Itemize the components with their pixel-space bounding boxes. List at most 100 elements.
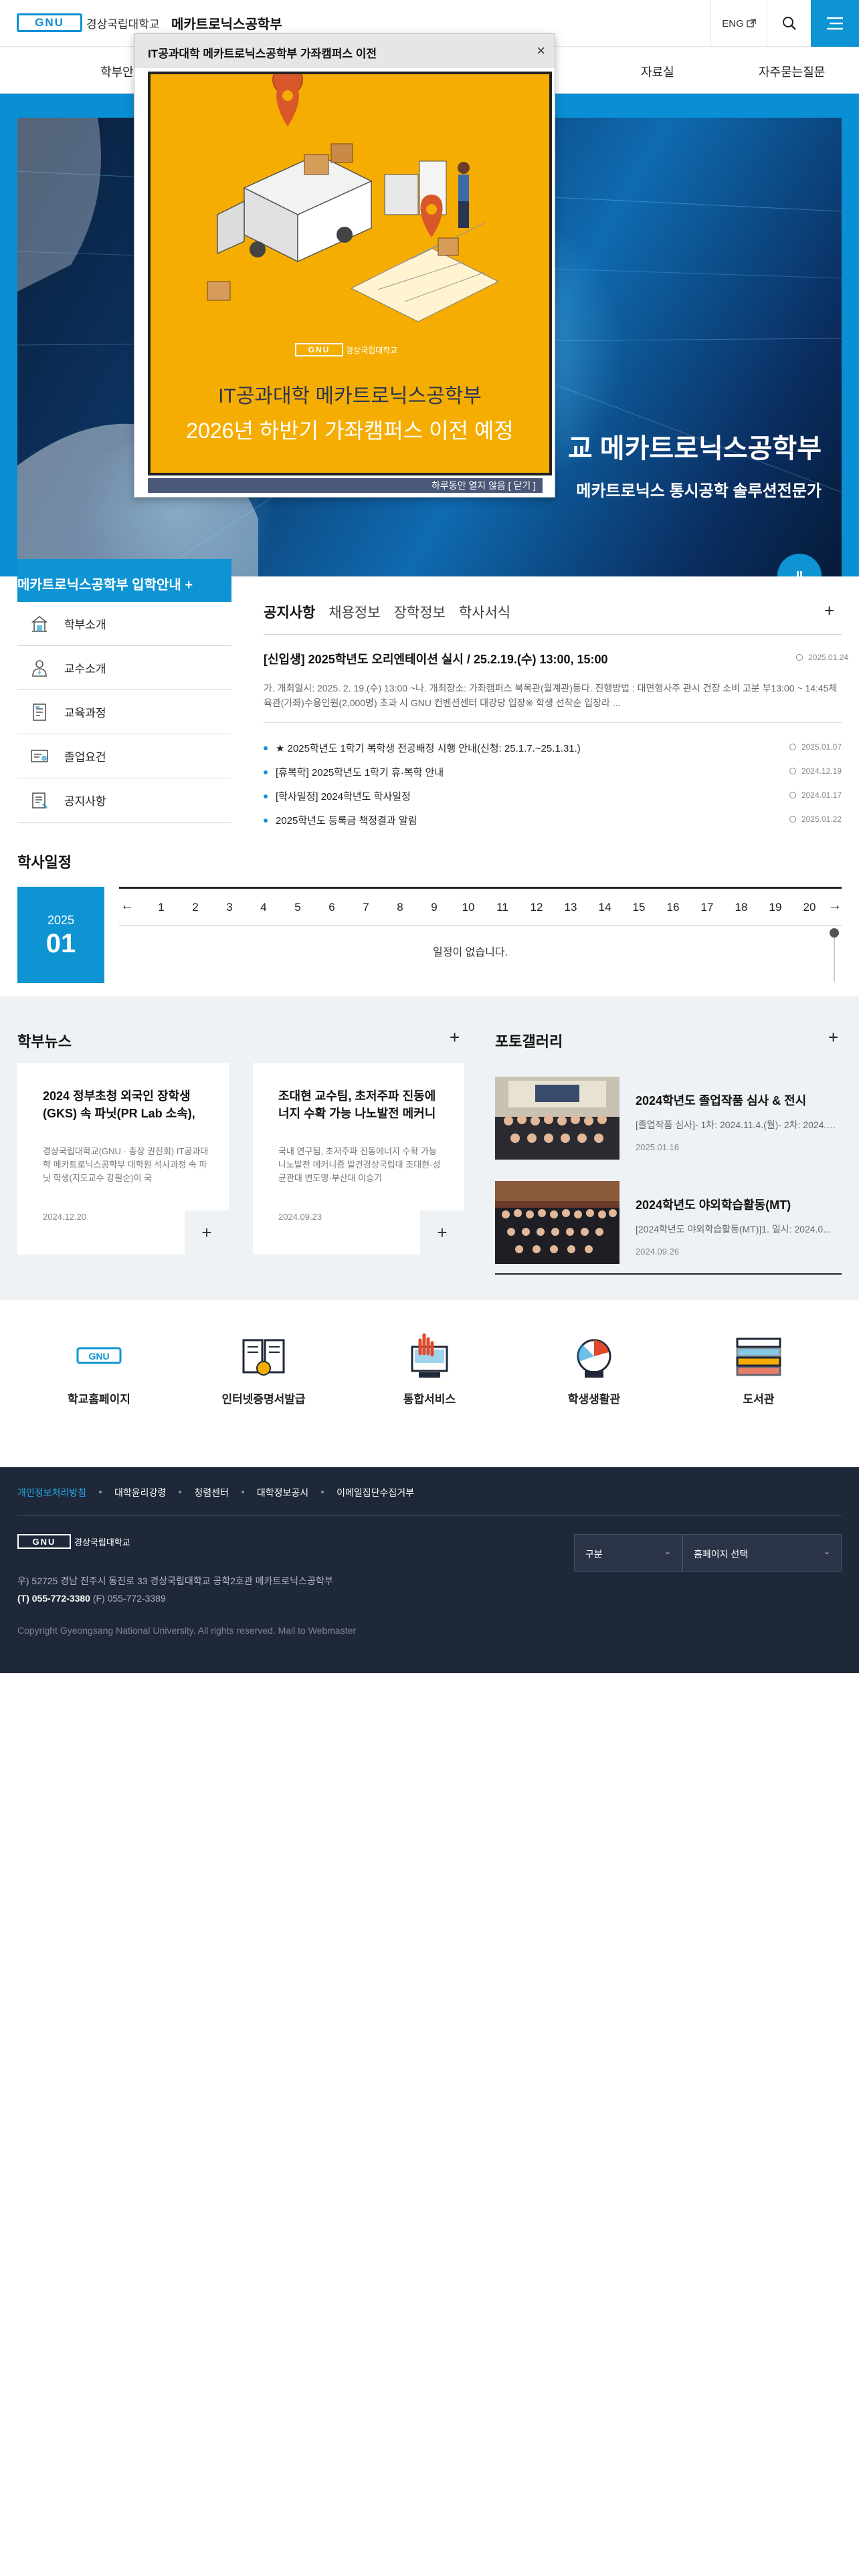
- news-card-more-button[interactable]: +: [420, 1210, 464, 1255]
- tab-scholarship[interactable]: 장학정보: [394, 602, 446, 622]
- quick-item-graduation[interactable]: 졸업요건: [17, 734, 231, 778]
- footer-link-email-policy[interactable]: 이메일집단수집거부: [321, 1486, 414, 1499]
- calendar-day[interactable]: 12: [527, 901, 547, 914]
- quick-item-professors[interactable]: 교수소개: [17, 646, 231, 690]
- gallery-item[interactable]: 2024학년도 졸업작품 심사 & 전시 [졸업작품 심사]- 1차: 2024…: [495, 1077, 842, 1173]
- footer-link-privacy[interactable]: 개인정보처리방침: [17, 1486, 86, 1499]
- gallery-item-date: 2024.09.26: [636, 1247, 680, 1257]
- admission-info-button[interactable]: 메카트로닉스공학부 입학안내 +: [17, 559, 231, 602]
- select-value: 구분: [585, 1549, 603, 1560]
- calendar-day[interactable]: 17: [697, 901, 717, 914]
- calendar-day[interactable]: 16: [663, 901, 683, 914]
- service-link-library[interactable]: 도서관: [685, 1333, 832, 1406]
- calendar-day[interactable]: 10: [458, 901, 478, 914]
- tab-notice[interactable]: 공지사항: [264, 602, 315, 622]
- chevron-down-icon: ⌄: [823, 1547, 830, 1556]
- calendar-day[interactable]: 13: [561, 901, 581, 914]
- date-text: 2025.01.07: [801, 742, 842, 752]
- svg-text:GNU: GNU: [88, 1351, 109, 1362]
- bullet-icon: [264, 794, 268, 798]
- nav-item-department[interactable]: 학부안: [100, 63, 134, 80]
- calendar-day[interactable]: 15: [629, 901, 649, 914]
- menu-button[interactable]: [811, 0, 859, 47]
- tab-forms[interactable]: 학사서식: [459, 602, 510, 622]
- news-more-button[interactable]: +: [450, 1027, 460, 1048]
- gallery-title: 포토갤러리: [495, 1033, 563, 1050]
- calendar-day[interactable]: 8: [390, 901, 410, 914]
- footer-logo: GNU 경상국립대학교: [17, 1534, 130, 1549]
- calendar-day[interactable]: 7: [356, 901, 376, 914]
- calendar-title: 학사일정: [17, 854, 72, 871]
- news-card[interactable]: 2024 정부초청 외국인 장학생(GKS) 속 파닛(PR Lab 소속), …: [17, 1063, 229, 1255]
- footer-link-disclosure[interactable]: 대학정보공시: [241, 1486, 308, 1499]
- department-name[interactable]: 메카트로닉스공학부: [171, 13, 282, 33]
- footer-contact: (T) 055-772-3380 (F) 055-772-3389: [17, 1593, 166, 1604]
- logo-text: 경상국립대학교: [86, 17, 160, 31]
- divider: [495, 1273, 842, 1275]
- calendar-scrollbar[interactable]: [830, 928, 839, 982]
- calendar-day[interactable]: 3: [219, 901, 240, 914]
- quick-item-label: 공지사항: [64, 795, 106, 808]
- service-label: 학교홈페이지: [68, 1393, 130, 1406]
- calendar-prev-button[interactable]: ←: [120, 898, 134, 914]
- search-button[interactable]: [767, 0, 811, 47]
- person-icon: [32, 659, 47, 677]
- popup-image[interactable]: GNU 경상국립대학교 IT공과대학 메카트로닉스공학부 2026년 하반기 가…: [148, 72, 552, 475]
- nav-item-faq[interactable]: 자주묻는질문: [759, 63, 825, 80]
- footer-category-select[interactable]: 구분 ⌄: [574, 1534, 682, 1572]
- service-link-dormitory[interactable]: 학생생활관: [520, 1333, 668, 1406]
- calendar-day[interactable]: 14: [595, 901, 615, 914]
- service-label: 통합서비스: [403, 1393, 456, 1406]
- quick-item-notice[interactable]: 공지사항: [17, 778, 231, 823]
- separator-dot: [321, 1491, 324, 1493]
- nav-item-archive[interactable]: 자료실: [641, 63, 674, 80]
- pause-icon: II: [795, 568, 803, 577]
- footer-link-integrity[interactable]: 청렴센터: [179, 1486, 229, 1499]
- gallery-item[interactable]: 2024학년도 야외학습활동(MT) [2024학년도 야외학습활동(MT)]1…: [495, 1181, 842, 1277]
- bullet-icon: [264, 746, 268, 750]
- date-text: 2025.01.22: [801, 815, 842, 824]
- calendar-day[interactable]: 18: [731, 901, 751, 914]
- calendar-day[interactable]: 19: [765, 901, 785, 914]
- footer-link-ethics[interactable]: 대학윤리강령: [99, 1486, 166, 1499]
- footer-address: 우) 52725 경남 진주시 동진로 33 경상국립대학교 공학2호관 메카트…: [17, 1576, 333, 1586]
- gallery-more-button[interactable]: +: [828, 1027, 838, 1048]
- news-card-more-button[interactable]: +: [185, 1210, 229, 1255]
- popup-close-button[interactable]: ×: [537, 42, 545, 60]
- calendar-day[interactable]: 4: [254, 901, 274, 914]
- eng-link[interactable]: ENG: [710, 0, 767, 47]
- calendar-day[interactable]: 2: [185, 901, 205, 914]
- gnu-logo[interactable]: GNU 경상국립대학교: [17, 13, 159, 32]
- calendar-next-button[interactable]: →: [828, 898, 842, 914]
- featured-notice-title[interactable]: [신입생] 2025학년도 오리엔테이션 실시 / 25.2.19.(수) 13…: [264, 650, 608, 667]
- notice-more-button[interactable]: +: [824, 601, 834, 621]
- scroll-thumb[interactable]: [830, 928, 839, 938]
- footer-tel: (T) 055-772-3380: [17, 1593, 90, 1604]
- popup-dismiss-today[interactable]: 하루동안 열지 않음 [ 닫기 ]: [148, 478, 543, 493]
- calendar-day[interactable]: 11: [492, 901, 512, 914]
- calendar-day[interactable]: 6: [322, 901, 342, 914]
- calendar-day[interactable]: 1: [151, 901, 171, 914]
- footer-homepage-select[interactable]: 홈페이지 선택 ⌄: [682, 1534, 842, 1572]
- calendar-day[interactable]: 5: [288, 901, 308, 914]
- calendar-day[interactable]: 20: [799, 901, 820, 914]
- service-link-integrated[interactable]: 통합서비스: [356, 1333, 503, 1406]
- notice-row[interactable]: [휴복학] 2025학년도 1학기 휴·복학 안내 2024.12.19: [264, 765, 842, 781]
- footer-logo-text: 경상국립대학교: [74, 1537, 130, 1547]
- popup-logo-text: 경상국립대학교: [346, 345, 398, 355]
- service-link-certificate[interactable]: 인터넷증명서발급: [190, 1333, 337, 1406]
- quick-item-curriculum[interactable]: 교육과정: [17, 690, 231, 734]
- news-card[interactable]: 조대현 교수팀, 초저주파 진동에너지 수확 가능 나노발전 메커니 국내 연구…: [253, 1063, 464, 1255]
- calendar-day[interactable]: 9: [424, 901, 444, 914]
- group-photo-image: [495, 1077, 619, 1160]
- quick-item-intro[interactable]: 학부소개: [17, 602, 231, 646]
- service-link-homepage[interactable]: GNU 학교홈페이지: [25, 1333, 173, 1406]
- notice-row[interactable]: 2025학년도 등록금 책정결과 알림 2025.01.22: [264, 813, 842, 829]
- gallery-item-date: 2025.01.16: [636, 1142, 680, 1152]
- notice-row[interactable]: [학사일정] 2024학년도 학사일정 2024.01.17: [264, 789, 842, 805]
- popup-headline: IT공과대학 메카트로닉스공학부: [218, 385, 482, 407]
- logo-mark: GNU: [17, 13, 82, 32]
- tab-jobs[interactable]: 채용정보: [328, 602, 380, 622]
- notice-row[interactable]: ★ 2025학년도 1학기 복학생 전공배정 시행 안내(신청: 25.1.7.…: [264, 741, 842, 757]
- notice-row-date: 2024.12.19: [789, 766, 842, 776]
